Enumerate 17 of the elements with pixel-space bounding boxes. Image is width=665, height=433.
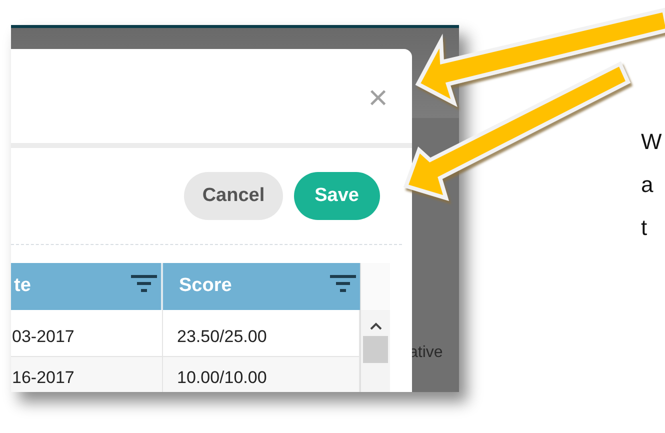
save-button[interactable]: Save bbox=[294, 172, 380, 220]
table-cell: 16-2017 bbox=[11, 368, 74, 387]
note-text: a bbox=[641, 171, 654, 199]
column-header[interactable]: Score bbox=[163, 272, 232, 301]
note-text: W bbox=[641, 128, 662, 156]
table-cell-text: 10.00/10.00 bbox=[176, 368, 267, 387]
scroll-up-icon[interactable] bbox=[370, 322, 382, 330]
table-cell-text: 23.50/25.00 bbox=[176, 327, 267, 346]
column-header[interactable]: te bbox=[11, 272, 31, 301]
note-text: t bbox=[641, 214, 648, 242]
filter-icon[interactable] bbox=[330, 274, 356, 292]
scrollbar[interactable] bbox=[360, 263, 390, 392]
cancel-button[interactable]: Cancel bbox=[184, 172, 283, 220]
close-button[interactable]: × bbox=[368, 81, 388, 115]
filter-icon[interactable] bbox=[131, 274, 157, 292]
scrollbar-thumb[interactable] bbox=[363, 336, 388, 363]
table-cell: 03-2017 bbox=[11, 327, 74, 346]
